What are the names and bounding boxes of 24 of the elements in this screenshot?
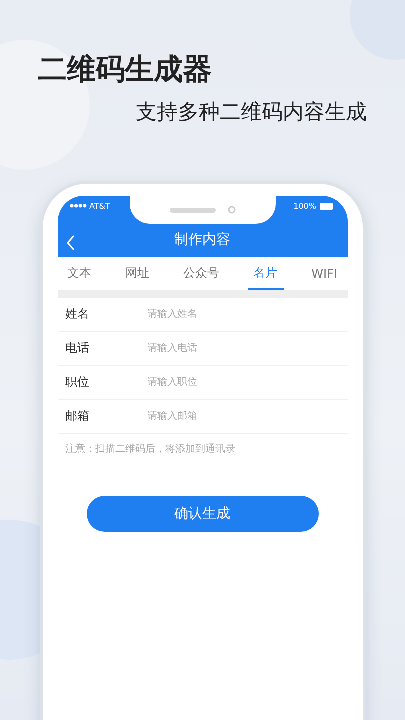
app-subtitle: 支持多种二维码内容生成 [136, 99, 367, 126]
battery-icon [320, 202, 334, 210]
input-field[interactable]: 请输入电话 [148, 343, 348, 354]
battery-label: 100% [294, 202, 316, 210]
input-field[interactable]: 请输入姓名 [148, 309, 348, 320]
camera-icon [228, 206, 236, 214]
input-field[interactable]: 请输入邮箱 [148, 411, 348, 422]
tab[interactable]: WIFI [306, 257, 344, 290]
tab[interactable]: 公众号 [178, 257, 226, 290]
field-label: 邮箱 [66, 408, 90, 425]
nav-title: 制作内容 [174, 231, 230, 249]
input-field[interactable]: 请输入职位 [148, 377, 348, 388]
confirm-button[interactable]: 确认生成 [86, 496, 318, 532]
speaker-icon [170, 208, 216, 212]
field-label: 电话 [66, 340, 90, 357]
signal-icon [70, 204, 86, 208]
tab[interactable]: 文本 [62, 257, 98, 290]
back-button[interactable] [66, 235, 76, 251]
tab[interactable]: 网址 [120, 257, 156, 290]
field-label: 姓名 [66, 306, 90, 323]
note-text: 注意：扫描二维码后，将添加到通讯录 [64, 442, 236, 457]
carrier-label: AT&T [90, 202, 110, 210]
app-title: 二维码生成器 [38, 51, 213, 88]
field-label: 职位 [66, 374, 90, 391]
